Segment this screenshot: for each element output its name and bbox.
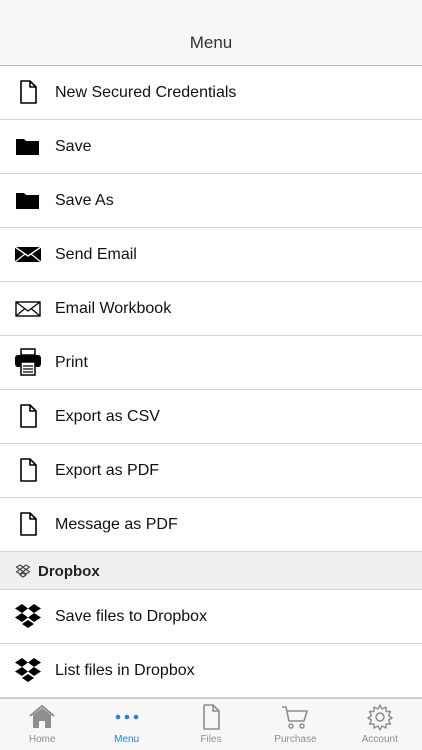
- section-title: Dropbox: [38, 563, 100, 580]
- tab-label: Home: [28, 734, 56, 745]
- menu-item-export-csv[interactable]: Export as CSV: [0, 390, 422, 444]
- document-icon: [20, 404, 37, 428]
- menu-list: New Secured Credentials Save Save As Sen…: [0, 66, 422, 698]
- menu-item-label: Print: [55, 354, 88, 371]
- document-icon: [20, 512, 37, 536]
- tab-menu[interactable]: Menu: [84, 699, 168, 750]
- menu-item-label: Send Email: [55, 246, 137, 263]
- tab-purchase[interactable]: Purchase: [253, 699, 337, 750]
- tab-bar: Home Menu Files Purchase Account: [0, 698, 422, 750]
- document-icon: [20, 80, 37, 104]
- tab-account[interactable]: Account: [338, 699, 422, 750]
- nav-bar: Menu: [0, 0, 422, 66]
- menu-item-list-dropbox[interactable]: List files in Dropbox: [0, 644, 422, 698]
- tab-label: Purchase: [274, 734, 317, 745]
- tab-home[interactable]: Home: [0, 699, 84, 750]
- menu-item-save[interactable]: Save: [0, 120, 422, 174]
- home-icon: [29, 704, 55, 728]
- menu-item-save-to-dropbox[interactable]: Save files to Dropbox: [0, 590, 422, 644]
- dropbox-icon: [15, 604, 41, 628]
- cart-icon: [282, 706, 309, 729]
- menu-item-save-as[interactable]: Save As: [0, 174, 422, 228]
- tab-files[interactable]: Files: [169, 699, 253, 750]
- menu-item-label: Message as PDF: [55, 516, 178, 533]
- gear-icon: [367, 704, 393, 731]
- tab-label: Account: [361, 734, 398, 745]
- folder-icon: [16, 139, 39, 155]
- envelope-outline-icon: [15, 301, 41, 317]
- page-title: Menu: [189, 33, 233, 52]
- menu-item-label: Email Workbook: [55, 300, 172, 317]
- tab-label: Menu: [114, 734, 140, 745]
- menu-item-print[interactable]: Print: [0, 336, 422, 390]
- menu-item-send-email[interactable]: Send Email: [0, 228, 422, 282]
- section-header-dropbox: Dropbox: [0, 552, 422, 590]
- menu-item-label: Save As: [55, 192, 114, 209]
- dropbox-icon: [15, 658, 41, 682]
- document-icon: [20, 458, 37, 482]
- menu-item-export-pdf[interactable]: Export as PDF: [0, 444, 422, 498]
- menu-item-label: Export as CSV: [55, 408, 160, 425]
- folder-icon: [16, 193, 39, 209]
- menu-item-message-pdf[interactable]: Message as PDF: [0, 498, 422, 552]
- menu-item-new-secured-credentials[interactable]: New Secured Credentials: [0, 66, 422, 120]
- menu-item-label: Export as PDF: [55, 462, 160, 479]
- menu-item-email-workbook[interactable]: Email Workbook: [0, 282, 422, 336]
- menu-item-label: New Secured Credentials: [55, 84, 237, 101]
- more-dots-icon: [115, 714, 138, 720]
- dropbox-icon: [16, 564, 30, 578]
- tab-label: Files: [200, 734, 222, 745]
- file-icon: [203, 704, 220, 730]
- printer-icon: [15, 348, 41, 376]
- envelope-filled-icon: [14, 246, 42, 263]
- menu-item-label: Save files to Dropbox: [55, 608, 208, 625]
- menu-item-label: Save: [55, 138, 92, 155]
- menu-item-label: List files in Dropbox: [55, 662, 195, 679]
